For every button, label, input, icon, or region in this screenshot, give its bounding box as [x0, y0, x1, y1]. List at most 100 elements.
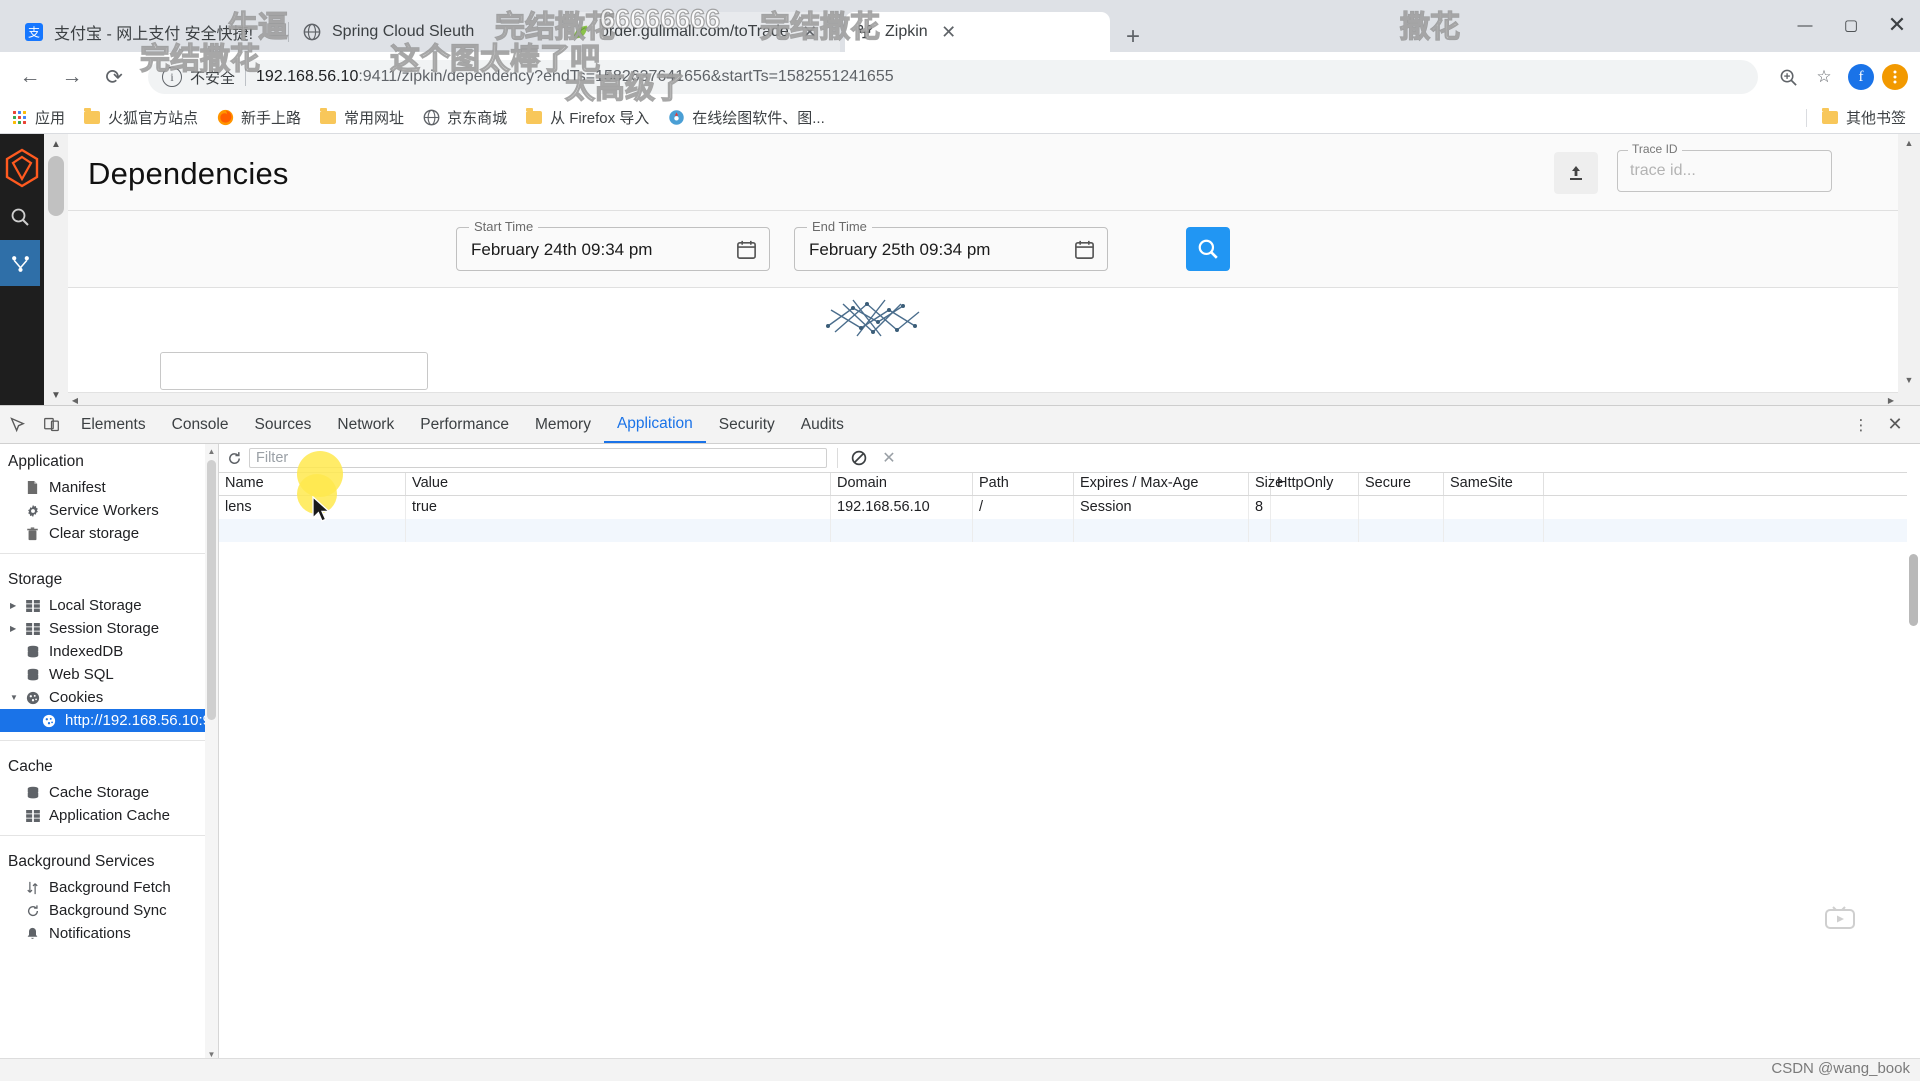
tab-application[interactable]: Application	[603, 407, 706, 443]
maximize-button[interactable]: ▢	[1828, 0, 1874, 50]
sidebar-item-background-sync[interactable]: Background Sync	[0, 899, 218, 922]
browser-tab-alipay[interactable]: 支 支付宝 - 网上支付 安全快捷!	[14, 12, 284, 52]
scroll-up-icon[interactable]: ▲	[44, 134, 68, 154]
sidebar-item-application-cache[interactable]: Application Cache	[0, 804, 218, 827]
page-horizontal-scrollbar[interactable]: ◀ ▶	[68, 392, 1898, 405]
sidebar-item-cookie-origin[interactable]: http://192.168.56.10:941	[0, 709, 218, 732]
chevron-right-icon[interactable]: ▶	[10, 601, 16, 610]
forward-button[interactable]: →	[54, 59, 90, 95]
zipkin-search-nav-icon[interactable]	[0, 194, 40, 240]
tab-audits[interactable]: Audits	[788, 407, 857, 443]
zipkin-dependency-nav-icon[interactable]	[0, 240, 40, 286]
browser-tab-spring-cloud-sleuth[interactable]: Spring Cloud Sleuth	[292, 12, 562, 52]
close-icon[interactable]: ✕	[1878, 407, 1912, 443]
profile-avatar[interactable]: f	[1848, 64, 1874, 90]
dependency-graph-canvas[interactable]: ◀ ▶	[68, 288, 1898, 405]
sidebar-item-local-storage[interactable]: ▶ Local Storage	[0, 594, 218, 617]
column-header-httponly[interactable]: HttpOnly	[1271, 473, 1359, 495]
sidebar-item-cookies[interactable]: ▼ Cookies	[0, 686, 218, 709]
browser-tab-zipkin[interactable]: Zipkin ✕	[845, 12, 1110, 52]
column-header-expires[interactable]: Expires / Max-Age	[1074, 473, 1249, 495]
page-right-scrollbar[interactable]: ▲ ▼	[1898, 134, 1920, 405]
refresh-icon[interactable]	[219, 444, 249, 472]
search-button[interactable]	[1186, 227, 1230, 271]
close-window-button[interactable]: ✕	[1874, 0, 1920, 50]
bookmark-common-sites[interactable]: 常用网址	[319, 107, 404, 128]
upload-button[interactable]	[1554, 152, 1598, 194]
chevron-right-icon[interactable]: ▶	[10, 624, 16, 633]
sidebar-item-clear-storage[interactable]: Clear storage	[0, 522, 218, 545]
info-icon[interactable]: i	[162, 67, 182, 87]
minimize-button[interactable]: —	[1782, 0, 1828, 50]
sidebar-item-indexeddb[interactable]: IndexedDB	[0, 640, 218, 663]
sidebar-item-notifications[interactable]: Notifications	[0, 922, 218, 945]
trace-id-field[interactable]: Trace ID trace id...	[1617, 142, 1832, 192]
bookmark-firefox-site[interactable]: 火狐官方站点	[83, 107, 198, 128]
bookmark-other[interactable]: 其他书签	[1821, 107, 1906, 128]
tab-sources[interactable]: Sources	[242, 407, 325, 443]
scroll-thumb[interactable]	[207, 460, 216, 720]
bookmarks-bar: 应用 火狐官方站点 新手上路 常用网址 京东商城 从 Firefox 导入 在线…	[0, 102, 1920, 134]
tab-close-icon[interactable]: ✕	[938, 21, 960, 43]
scroll-down-icon[interactable]: ▼	[1898, 371, 1920, 389]
service-name-input[interactable]	[160, 352, 428, 390]
scroll-thumb[interactable]	[48, 156, 64, 216]
sidebar-item-manifest[interactable]: Manifest	[0, 476, 218, 499]
cookies-scrollbar[interactable]	[1907, 444, 1920, 1061]
search-plus-icon[interactable]	[1772, 61, 1804, 93]
sidebar-item-web-sql[interactable]: Web SQL	[0, 663, 218, 686]
scroll-down-icon[interactable]: ▼	[44, 385, 68, 405]
block-icon[interactable]	[844, 444, 874, 472]
tab-console[interactable]: Console	[159, 407, 242, 443]
tab-security[interactable]: Security	[706, 407, 788, 443]
new-tab-button[interactable]: +	[1118, 22, 1148, 52]
more-vertical-icon[interactable]: ⋮	[1844, 407, 1878, 443]
chrome-menu-button[interactable]	[1882, 64, 1908, 90]
tab-close-icon[interactable]: ✕	[799, 21, 821, 43]
bookmark-online-drawing[interactable]: 在线绘图软件、图...	[667, 107, 825, 128]
start-time-value: February 24th 09:34 pm	[471, 240, 653, 259]
chevron-down-icon[interactable]: ▼	[10, 693, 18, 702]
scroll-up-icon[interactable]: ▲	[1898, 134, 1920, 152]
sidebar-item-service-workers[interactable]: Service Workers	[0, 499, 218, 522]
sidebar-scrollbar[interactable]: ▲ ▼	[205, 444, 218, 1061]
reload-button[interactable]: ⟳	[96, 59, 132, 95]
browser-tab-order-gulimall[interactable]: order.gulimall.com/toTrade ✕	[560, 12, 840, 52]
scroll-right-icon[interactable]: ▶	[1884, 394, 1898, 405]
sync-icon	[24, 902, 41, 919]
calendar-icon[interactable]	[735, 238, 759, 262]
scroll-up-icon[interactable]: ▲	[205, 444, 218, 458]
sidebar-item-background-fetch[interactable]: Background Fetch	[0, 876, 218, 899]
tab-memory[interactable]: Memory	[522, 407, 604, 443]
column-header-samesite[interactable]: SameSite	[1444, 473, 1544, 495]
device-toolbar-icon[interactable]	[34, 407, 68, 443]
page-left-scrollbar[interactable]: ▲ ▼	[44, 134, 69, 405]
back-button[interactable]: ←	[12, 59, 48, 95]
start-time-field[interactable]: Start Time February 24th 09:34 pm	[456, 219, 770, 271]
bookmark-apps[interactable]: 应用	[10, 107, 65, 128]
table-row[interactable]: lens true 192.168.56.10 / Session 8	[219, 496, 1920, 519]
clear-cookies-icon[interactable]: ✕	[874, 444, 904, 472]
end-time-field[interactable]: End Time February 25th 09:34 pm	[794, 219, 1108, 271]
address-bar[interactable]: i 不安全 192.168.56.10:9411/zipkin/dependen…	[148, 60, 1758, 94]
sidebar-item-cache-storage[interactable]: Cache Storage	[0, 781, 218, 804]
bookmark-getting-started[interactable]: 新手上路	[216, 107, 301, 128]
bookmark-jd[interactable]: 京东商城	[422, 107, 507, 128]
tab-network[interactable]: Network	[324, 407, 407, 443]
sidebar-item-session-storage[interactable]: ▶ Session Storage	[0, 617, 218, 640]
column-header-path[interactable]: Path	[973, 473, 1074, 495]
tab-performance[interactable]: Performance	[407, 407, 522, 443]
column-header-domain[interactable]: Domain	[831, 473, 973, 495]
column-header-secure[interactable]: Secure	[1359, 473, 1444, 495]
tab-elements[interactable]: Elements	[68, 407, 159, 443]
video-player-badge[interactable]	[1810, 891, 1870, 946]
scroll-thumb[interactable]	[1909, 554, 1918, 626]
bookmark-star-icon[interactable]: ☆	[1808, 61, 1840, 93]
calendar-icon[interactable]	[1073, 238, 1097, 262]
scroll-left-icon[interactable]: ◀	[68, 394, 82, 405]
window-controls: — ▢ ✕	[1782, 0, 1920, 50]
inspect-icon[interactable]	[0, 407, 34, 443]
bookmark-import-from-firefox[interactable]: 从 Firefox 导入	[525, 107, 649, 128]
column-header-size[interactable]: Size	[1249, 473, 1283, 495]
column-header-value[interactable]: Value	[406, 473, 831, 495]
